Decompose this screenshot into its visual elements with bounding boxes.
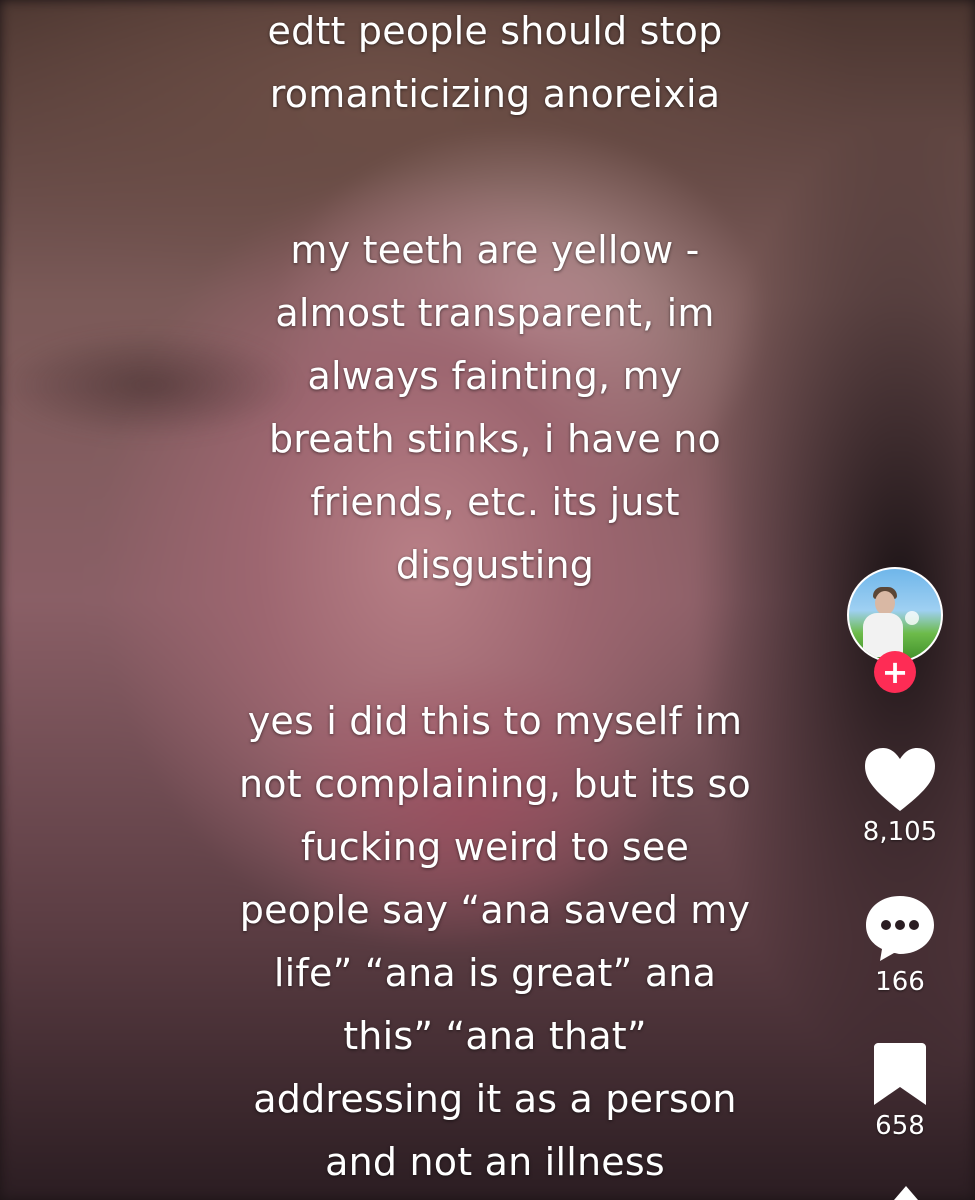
share-arrow-icon[interactable] xyxy=(890,1180,920,1200)
save-count: 658 xyxy=(875,1111,925,1141)
caption-line: always fainting, my xyxy=(307,354,683,398)
caption-line: this” “ana that” xyxy=(343,1014,647,1058)
caption-line: and not an illness xyxy=(325,1140,665,1184)
avatar-bubble xyxy=(905,611,919,625)
caption-line: fucking weird to see xyxy=(300,825,690,869)
caption-line: disgusting xyxy=(395,543,595,587)
caption-line: romanticizing anoreixia xyxy=(269,72,721,116)
follow-button[interactable]: + xyxy=(874,651,916,693)
heart-icon xyxy=(865,748,935,811)
creator-avatar[interactable] xyxy=(847,567,943,663)
save-button[interactable]: 658 xyxy=(840,1041,960,1141)
overlay-caption: edtt people should stop romanticizing an… xyxy=(110,0,880,1194)
avatar-face xyxy=(875,591,895,615)
caption-paragraph-2: my teeth are yellow - almost transparent… xyxy=(110,219,880,597)
caption-line: breath stinks, i have no xyxy=(268,417,722,461)
caption-line: people say “ana saved my xyxy=(239,888,751,932)
video-frame[interactable]: edtt people should stop romanticizing an… xyxy=(0,0,975,1200)
like-count: 8,105 xyxy=(862,817,938,847)
caption-line: my teeth are yellow - xyxy=(290,228,700,272)
caption-line: edtt people should stop xyxy=(267,9,723,53)
comment-count: 166 xyxy=(875,967,925,997)
caption-line: yes i did this to myself im xyxy=(247,699,743,743)
caption-line: addressing it as a person xyxy=(253,1077,737,1121)
caption-line: life” “ana is great” ana xyxy=(273,951,717,995)
caption-line: almost transparent, im xyxy=(275,291,715,335)
comment-bubble-icon xyxy=(866,896,934,961)
caption-line: friends, etc. its just xyxy=(310,480,680,524)
like-button[interactable]: 8,105 xyxy=(840,747,960,847)
comment-button[interactable]: 166 xyxy=(840,893,960,997)
caption-line: not complaining, but its so xyxy=(239,762,751,806)
bookmark-icon xyxy=(874,1043,926,1105)
caption-paragraph-1: edtt people should stop romanticizing an… xyxy=(110,0,880,126)
caption-paragraph-3: yes i did this to myself im not complain… xyxy=(110,690,880,1194)
